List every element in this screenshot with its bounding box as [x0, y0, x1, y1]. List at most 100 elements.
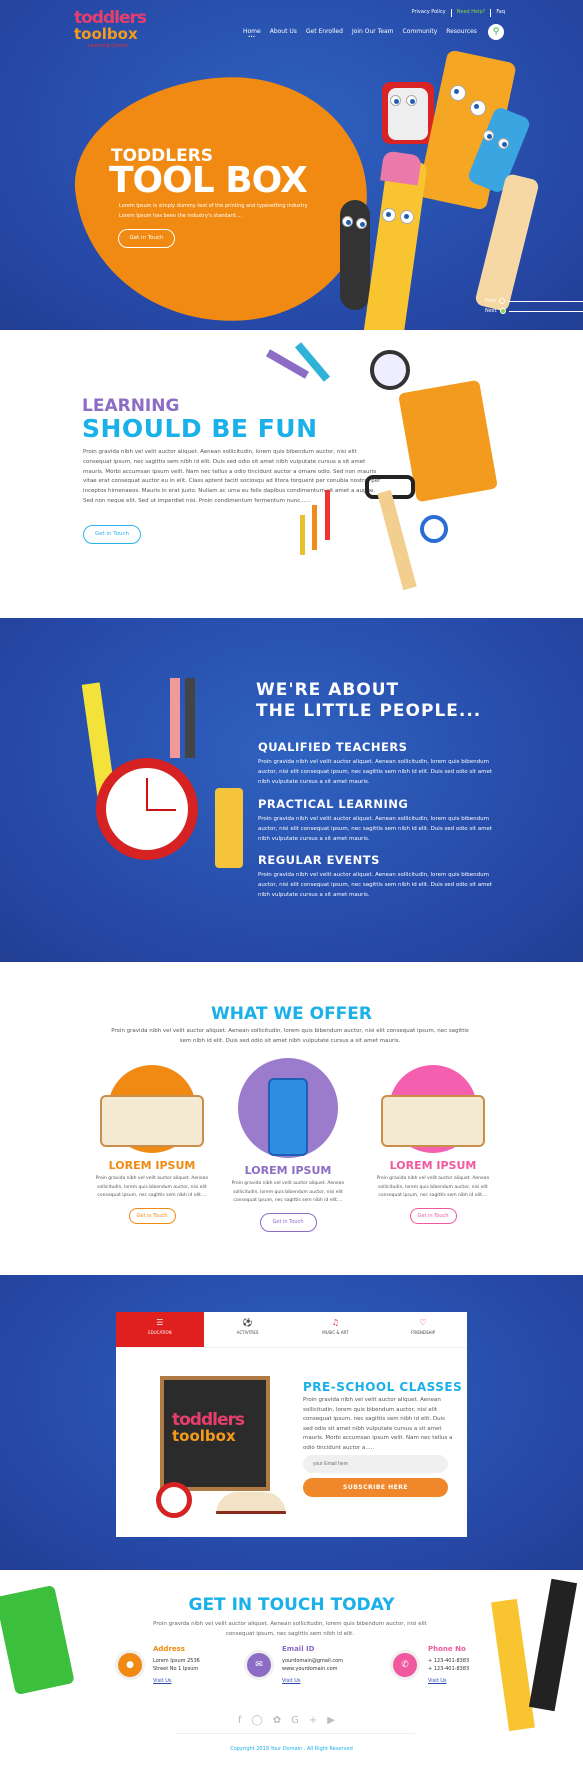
offer-card-image [100, 1065, 204, 1153]
search-icon[interactable]: ⚲ [488, 24, 504, 40]
main-nav: Home About Us Get Enrolled Join Our Team… [243, 28, 477, 39]
music-icon: ♫ [331, 1318, 339, 1327]
feature-title-learning: PRACTICAL LEARNING [258, 797, 409, 811]
nav-about-us[interactable]: About Us [270, 28, 297, 35]
tab-label: FRIENDSHIP [411, 1330, 436, 1335]
about-section: WE'RE ABOUT THE LITTLE PEOPLE... QUALIFI… [0, 618, 583, 962]
need-help-link[interactable]: Need Help? [457, 9, 486, 17]
next-label: Next [485, 308, 497, 314]
classes-text: Proin gravida nibh vel velit auctor aliq… [303, 1397, 453, 1451]
learning-title: LEARNING [82, 396, 180, 416]
offer-card-button[interactable]: Get in Touch [409, 1207, 457, 1224]
offer-section: WHAT WE OFFER Proin gravida nibh vel vel… [0, 962, 583, 1275]
hero-title-large: TOOL BOX [109, 160, 308, 201]
alarm-clock-illustration [156, 1482, 192, 1518]
board-logo-line2: toolbox [172, 1427, 236, 1445]
tab-music-art[interactable]: ♫ MUSIC & ART [292, 1312, 380, 1347]
book-illustration [216, 1492, 286, 1514]
tab-education[interactable]: ☰ EDUCATION [116, 1312, 204, 1347]
phone-label: Phone No [428, 1645, 466, 1653]
logo-line2: toolbox [74, 25, 138, 43]
subscribe-button[interactable]: SUBSCRIBE HERE [303, 1478, 448, 1497]
logo[interactable]: toddlers toolbox Learning Center [74, 8, 160, 52]
tab-label: MUSIC & ART [322, 1330, 349, 1335]
feature-title-events: REGULAR EVENTS [258, 853, 380, 867]
education-icon: ☰ [156, 1318, 164, 1327]
email-visit-link[interactable]: Visit Us [282, 1677, 382, 1686]
ball-icon: ⚽ [242, 1318, 253, 1327]
location-pin-icon: ● [118, 1653, 142, 1677]
nav-home[interactable]: Home [243, 28, 261, 39]
next-slide-control[interactable]: Next [485, 308, 583, 314]
tab-friendship[interactable]: ♡ FRIENDSHIP [379, 1312, 467, 1347]
about-title-line2: THE LITTLE PEOPLE... [256, 701, 482, 721]
social-links: f◯✿G+▶ [0, 1715, 583, 1726]
offer-card-title: LOREM IPSUM [244, 1164, 332, 1177]
email-line2: www.yourdomain.com [282, 1666, 338, 1672]
hero-get-in-touch-button[interactable]: Get in Touch [118, 229, 175, 248]
copyright: Copyright 2019 Your Domain . All Right R… [230, 1746, 353, 1752]
feature-text-learning: Proin gravida nibh vel velit auctor aliq… [258, 816, 492, 842]
heart-icon: ♡ [419, 1318, 427, 1327]
top-links: Privacy Policy Need Help? Faq [412, 9, 505, 17]
phone-visit-link[interactable]: Visit Us [428, 1677, 528, 1686]
hero-text: Lorem Ipsum is simply dummy text of the … [119, 203, 308, 219]
classes-section: ☰ EDUCATION ⚽ ACTIVITIES ♫ MUSIC & ART ♡ FRI… [0, 1275, 583, 1570]
offer-card: LOREM IPSUM Proin gravida nibh vel velit… [223, 1058, 353, 1232]
phone-line1: + 123-401-8383 [428, 1657, 470, 1664]
address-visit-link[interactable]: Visit Us [153, 1677, 253, 1686]
email-input[interactable] [303, 1455, 448, 1473]
tab-label: EDUCATION [148, 1330, 172, 1335]
nav-resources[interactable]: Resources [446, 28, 477, 35]
phone-icon: ✆ [393, 1653, 417, 1677]
nav-community[interactable]: Community [403, 28, 438, 35]
address-line1: Lorem Ipsum 2536 [153, 1657, 200, 1664]
divider [450, 9, 452, 17]
nav-join-our-team[interactable]: Join Our Team [352, 28, 394, 35]
learning-section: LEARNING SHOULD BE FUN Proin gravida nib… [0, 330, 583, 618]
divider [490, 9, 492, 17]
google-plus-icon[interactable]: G+ [291, 1715, 327, 1726]
contact-intro: Proin gravida nibh vel velit auctor aliq… [153, 1621, 427, 1637]
nav-get-enrolled[interactable]: Get Enrolled [306, 28, 343, 35]
privacy-policy-link[interactable]: Privacy Policy [412, 9, 446, 17]
offer-intro: Proin gravida nibh vel velit auctor aliq… [111, 1028, 469, 1044]
email-label: Email ID [282, 1645, 315, 1653]
address-label: Address [153, 1645, 185, 1653]
feature-text-teachers: Proin gravida nibh vel velit auctor aliq… [258, 759, 492, 785]
footer-divider [175, 1733, 415, 1734]
phone-line2: + 123-401-8383 [428, 1666, 470, 1672]
tab-activities[interactable]: ⚽ ACTIVITIES [204, 1312, 292, 1347]
youtube-icon[interactable]: ▶ [327, 1715, 345, 1726]
offer-card-button[interactable]: Get in Touch [128, 1207, 176, 1224]
logo-line3: Learning Center [88, 43, 129, 49]
feature-text-events: Proin gravida nibh vel velit auctor aliq… [258, 872, 492, 898]
school-supplies-illustration [265, 330, 505, 618]
contact-title: GET IN TOUCH TODAY [188, 1595, 395, 1615]
learning-get-in-touch-button[interactable]: Get in Touch [83, 525, 141, 544]
clock-supplies-illustration [80, 678, 250, 868]
prev-slide-control[interactable]: Prev [485, 298, 583, 304]
instagram-icon[interactable]: ◯ [252, 1715, 273, 1726]
offer-card-text: Proin gravida nibh vel velit auctor aliq… [231, 1181, 345, 1203]
hero-characters-illustration [320, 49, 540, 330]
prev-label: Prev [485, 298, 496, 304]
faq-link[interactable]: Faq [496, 9, 505, 17]
offer-title: WHAT WE OFFER [211, 1004, 372, 1024]
twitter-icon[interactable]: ✿ [273, 1715, 291, 1726]
email-line1: yourdomain@gmail.com [282, 1657, 344, 1664]
facebook-icon[interactable]: f [238, 1715, 252, 1726]
classes-title: PRE-SCHOOL CLASSES [303, 1380, 463, 1394]
offer-card-image [381, 1065, 485, 1153]
classes-tabs: ☰ EDUCATION ⚽ ACTIVITIES ♫ MUSIC & ART ♡ FRI… [116, 1312, 467, 1348]
tab-label: ACTIVITIES [236, 1330, 259, 1335]
hero-section: toddlers toolbox Learning Center Privacy… [0, 0, 583, 330]
offer-card-button[interactable]: Get in Touch [259, 1212, 317, 1232]
offer-card-text: Proin gravida nibh vel velit auctor aliq… [376, 1176, 490, 1198]
offer-card-text: Proin gravida nibh vel velit auctor aliq… [95, 1176, 209, 1198]
offer-card-title: LOREM IPSUM [108, 1159, 196, 1172]
offer-card: LOREM IPSUM Proin gravida nibh vel velit… [368, 1065, 498, 1224]
about-title-line1: WE'RE ABOUT [256, 680, 400, 700]
offer-card-image [238, 1058, 338, 1158]
feature-title-teachers: QUALIFIED TEACHERS [258, 740, 408, 754]
